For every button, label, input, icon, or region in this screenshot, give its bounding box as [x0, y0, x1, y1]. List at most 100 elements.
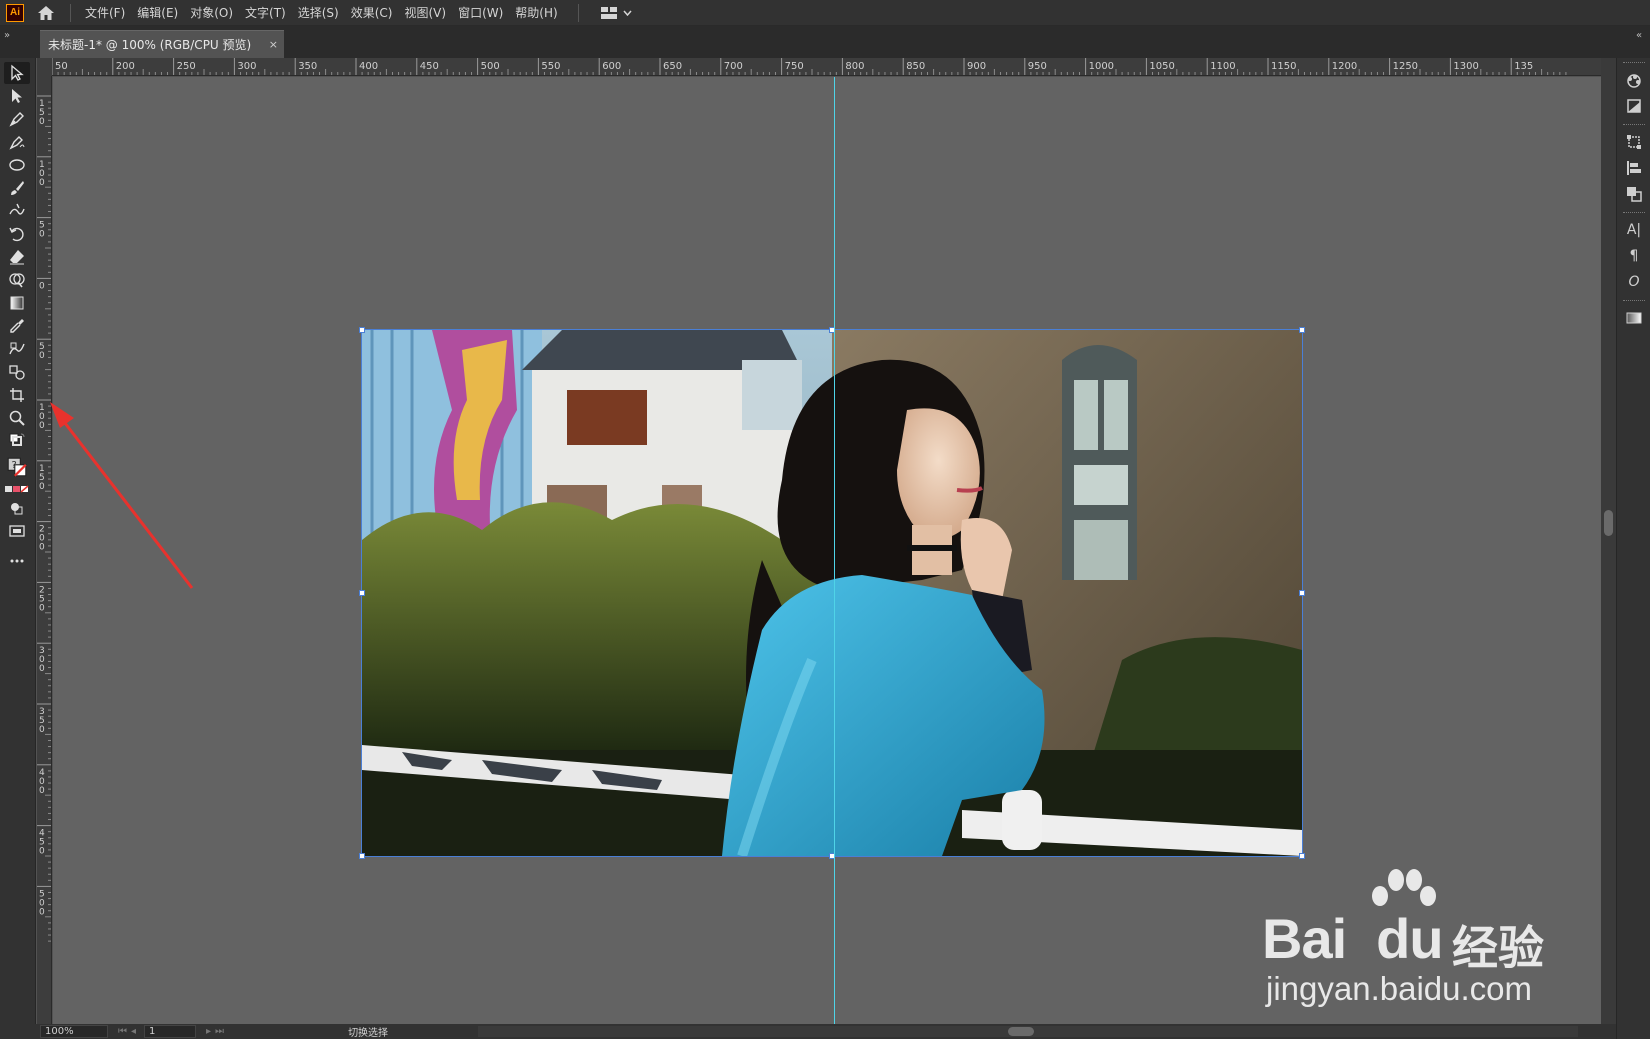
image-trace-icon[interactable] [1624, 96, 1644, 116]
pen-tool-icon[interactable] [4, 108, 30, 130]
blend-tool-icon[interactable] [4, 338, 30, 360]
ruler-label-digit: 0 [39, 543, 45, 553]
photo-illustration [362, 330, 1302, 856]
gradient-tool-icon[interactable] [4, 292, 30, 314]
selection-tool-icon[interactable] [4, 62, 30, 84]
paragraph-icon[interactable]: ¶ [1624, 246, 1644, 266]
menu-object[interactable]: 对象(O) [184, 0, 239, 26]
rotate-tool-icon[interactable] [4, 223, 30, 245]
horizontal-scrollbar[interactable] [478, 1026, 1578, 1037]
paintbrush-tool-icon[interactable] [4, 177, 30, 199]
eraser-tool-icon[interactable] [4, 246, 30, 268]
character-icon[interactable]: A| [1624, 220, 1644, 240]
ruler-label: 750 [785, 61, 804, 72]
menu-view[interactable]: 视图(V) [398, 0, 452, 26]
workspace-switcher[interactable] [600, 6, 632, 19]
screen-mode-icon[interactable] [4, 520, 30, 542]
vertical-scrollbar[interactable] [1601, 58, 1616, 1024]
ruler-label: 1150 [1271, 61, 1296, 72]
expand-toolbar-icon[interactable]: » [4, 30, 10, 41]
vertical-scrollbar-thumb[interactable] [1604, 510, 1613, 536]
close-icon[interactable]: × [269, 31, 278, 59]
horizontal-scrollbar-thumb[interactable] [1008, 1027, 1034, 1036]
selection-handle-top-right[interactable] [1299, 327, 1305, 333]
selection-handle-bottom-left[interactable] [359, 853, 365, 859]
zoom-level-field[interactable]: 100% [40, 1025, 108, 1038]
artboard-nav-next-icons[interactable]: ▸⏭ [206, 1026, 228, 1037]
ruler-label-digit: 0 [39, 664, 45, 674]
color-guide-icon[interactable] [1624, 70, 1644, 90]
ruler-label: 1000 [1089, 61, 1114, 72]
artboard-tool-icon[interactable] [4, 384, 30, 406]
vertical-ruler[interactable]: 15010050050100150200250300350400450500 [37, 76, 52, 1024]
ruler-label: 450 [420, 61, 439, 72]
horizontal-ruler[interactable]: 50 200 250 300 350 400 450 500 550 600 650 700 750 80… [52, 58, 1601, 76]
artboard-nav-prev-icons[interactable]: ⏮◂ [118, 1026, 140, 1037]
ellipse-tool-icon[interactable] [4, 154, 30, 176]
ruler-label-digit: 0 [39, 725, 45, 735]
gradient-panel-icon[interactable] [1624, 308, 1644, 328]
ruler-label-digit: 0 [39, 907, 45, 917]
watermark-brand-du: du [1376, 907, 1443, 970]
ruler-label: 850 [906, 61, 925, 72]
ruler-label: 350 [298, 61, 317, 72]
shape-builder-tool-icon[interactable] [4, 269, 30, 291]
ruler-label-digit: 0 [39, 351, 45, 361]
zoom-tool-icon[interactable] [4, 407, 30, 429]
drawing-mode-icon[interactable] [4, 498, 30, 520]
more-tools-icon[interactable] [4, 550, 30, 572]
opentype-icon[interactable]: O [1624, 272, 1644, 292]
ruler-label-digit: 0 [39, 603, 45, 613]
ruler-label: 500 [481, 61, 500, 72]
artboard-number-field[interactable]: 1 [144, 1025, 197, 1038]
home-icon[interactable] [36, 3, 56, 23]
menu-type[interactable]: 文字(T) [239, 0, 292, 26]
status-bar: 100% ⏮◂ 1 ▸⏭ 切换选择 [0, 1024, 1616, 1039]
direct-selection-tool-icon[interactable] [4, 85, 30, 107]
menu-file[interactable]: 文件(F) [79, 0, 131, 26]
ruler-label-digit: 0 [39, 117, 45, 127]
align-icon[interactable] [1624, 158, 1644, 178]
menu-window[interactable]: 窗口(W) [452, 0, 509, 26]
selection-handle-middle-right[interactable] [1299, 590, 1305, 596]
curvature-tool-icon[interactable] [4, 131, 30, 153]
illustrator-logo: Ai [6, 3, 24, 22]
panel-grip[interactable] [1623, 62, 1645, 65]
collapse-panels-icon[interactable]: « [1636, 30, 1642, 41]
selection-handle-top-left[interactable] [359, 327, 365, 333]
menu-effect[interactable]: 效果(C) [345, 0, 399, 26]
menu-select[interactable]: 选择(S) [292, 0, 345, 26]
document-tab-bar: 未标题-1* @ 100% (RGB/CPU 预览) × [0, 26, 1650, 58]
menu-edit[interactable]: 编辑(E) [131, 0, 184, 26]
ruler-label-digit: 0 [39, 281, 45, 291]
panel-grip[interactable] [1623, 300, 1645, 303]
ruler-label: 50 [55, 61, 68, 72]
selection-handle-bottom-right[interactable] [1299, 853, 1305, 859]
color-mode-icons[interactable] [4, 482, 30, 496]
vertical-guide-line[interactable] [834, 77, 835, 1024]
placed-photo-woman-in-blue-sweater[interactable] [361, 329, 1303, 857]
selection-handle-middle-left[interactable] [359, 590, 365, 596]
eyedropper-tool-icon[interactable] [4, 315, 30, 337]
menu-bar: Ai 文件(F) 编辑(E) 对象(O) 文字(T) 选择(S) 效果(C) 视… [0, 0, 1650, 26]
transform-icon[interactable] [1624, 132, 1644, 152]
panel-grip[interactable] [1623, 124, 1645, 127]
ruler-label: 1300 [1453, 61, 1478, 72]
pathfinder-icon[interactable] [1624, 184, 1644, 204]
shaper-tool-icon[interactable] [4, 200, 30, 222]
watermark-brand-bai: Bai [1262, 907, 1347, 970]
ruler-label-digit: 0 [39, 421, 45, 431]
ruler-label: 135 [1514, 61, 1533, 72]
ruler-origin[interactable] [37, 58, 52, 76]
default-fill-stroke-icon[interactable] [4, 430, 30, 452]
status-text[interactable]: 切换选择 [348, 1024, 488, 1039]
watermark-url: jingyan.baidu.com [1266, 970, 1532, 1007]
panel-grip[interactable] [1623, 212, 1645, 215]
fill-stroke-swatch-icon[interactable]: ? [4, 454, 30, 480]
symbol-sprayer-tool-icon[interactable] [4, 361, 30, 383]
tools-panel: ? [0, 58, 36, 1024]
watermark-brand: Bai du [1262, 906, 1444, 971]
menu-help[interactable]: 帮助(H) [509, 0, 563, 26]
document-tab[interactable]: 未标题-1* @ 100% (RGB/CPU 预览) × [40, 30, 284, 58]
document-tab-title: 未标题-1* @ 100% (RGB/CPU 预览) [48, 38, 252, 52]
